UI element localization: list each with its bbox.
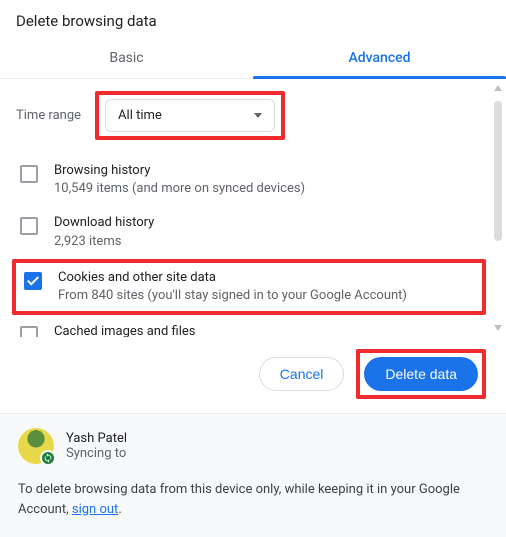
account-name: Yash Patel bbox=[66, 431, 127, 446]
account-section: Yash Patel Syncing to To delete browsing… bbox=[0, 414, 506, 537]
cancel-button[interactable]: Cancel bbox=[259, 357, 345, 391]
option-subtitle: 10,549 items (and more on synced devices… bbox=[54, 180, 305, 198]
option-subtitle: 2,923 items bbox=[54, 233, 154, 251]
checkbox-download-history[interactable] bbox=[20, 217, 38, 235]
option-title: Cookies and other site data bbox=[58, 269, 407, 287]
scroll-down-icon[interactable] bbox=[494, 325, 502, 331]
options-scroll: Time range All time Browsing history 10,… bbox=[0, 79, 506, 337]
option-title: Browsing history bbox=[54, 162, 305, 180]
delete-data-button[interactable]: Delete data bbox=[364, 357, 478, 391]
option-download-history: Download history 2,923 items bbox=[16, 206, 482, 258]
option-browsing-history: Browsing history 10,549 items (and more … bbox=[16, 154, 482, 206]
dialog-title: Delete browsing data bbox=[0, 0, 506, 40]
scroll-up-icon[interactable] bbox=[494, 85, 502, 91]
tab-bar: Basic Advanced bbox=[0, 40, 506, 79]
dialog-actions: Cancel Delete data bbox=[0, 337, 506, 414]
sign-out-link[interactable]: sign out bbox=[72, 502, 118, 517]
time-range-row: Time range All time bbox=[16, 91, 482, 140]
time-range-value: All time bbox=[118, 108, 162, 123]
account-row: Yash Patel Syncing to bbox=[18, 428, 488, 464]
footer-post: . bbox=[118, 502, 121, 517]
avatar bbox=[18, 428, 54, 464]
time-range-dropdown[interactable]: All time bbox=[105, 99, 275, 132]
tab-advanced[interactable]: Advanced bbox=[253, 40, 506, 78]
checkbox-browsing-history[interactable] bbox=[20, 165, 38, 183]
time-range-label: Time range bbox=[16, 108, 81, 123]
footer-text: To delete browsing data from this device… bbox=[18, 480, 488, 519]
scrollbar[interactable] bbox=[494, 85, 502, 331]
option-cached-images: Cached images and files 319 MB bbox=[16, 315, 482, 337]
checkbox-cached-images[interactable] bbox=[20, 326, 38, 337]
option-subtitle: From 840 sites (you'll stay signed in to… bbox=[58, 287, 407, 305]
account-sync-status: Syncing to bbox=[66, 446, 127, 461]
sync-badge-icon bbox=[40, 450, 56, 466]
highlight-time-range: All time bbox=[95, 91, 285, 140]
option-cookies: Cookies and other site data From 840 sit… bbox=[12, 259, 486, 315]
tab-basic[interactable]: Basic bbox=[0, 40, 253, 78]
option-title: Cached images and files bbox=[54, 323, 195, 337]
checkbox-cookies[interactable] bbox=[24, 272, 42, 290]
scroll-thumb[interactable] bbox=[494, 101, 502, 241]
chevron-down-icon bbox=[254, 113, 262, 118]
option-title: Download history bbox=[54, 214, 154, 232]
highlight-delete-button: Delete data bbox=[356, 349, 486, 399]
